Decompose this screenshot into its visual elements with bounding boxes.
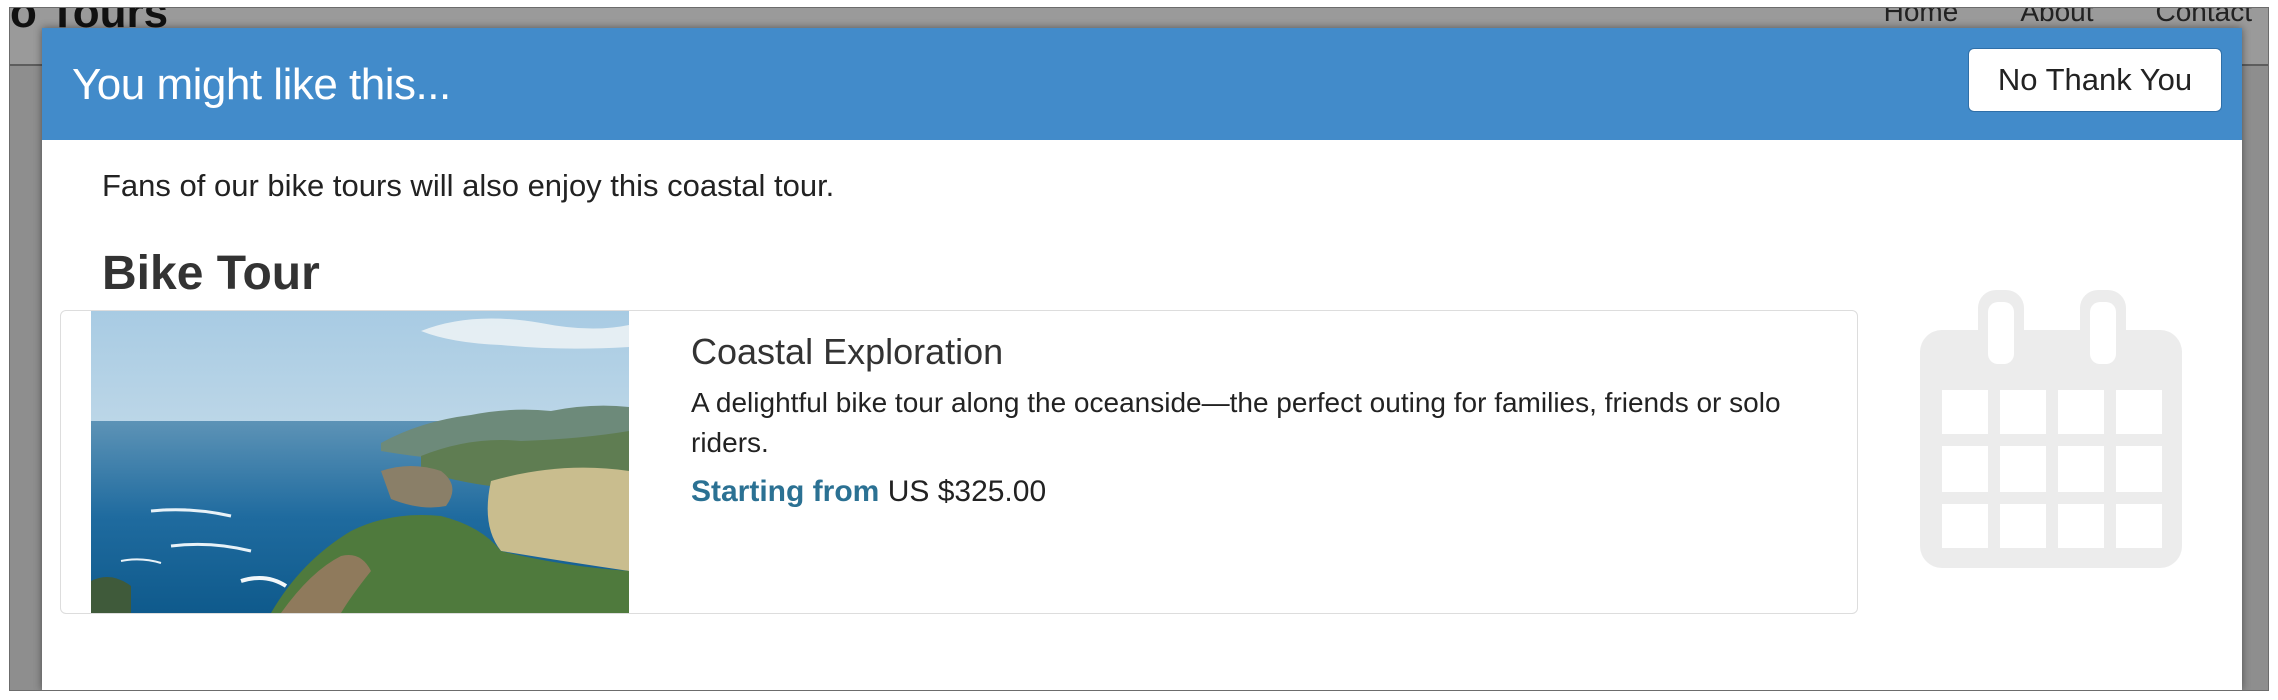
background-page: o Tours Home About Contact You might lik…	[10, 8, 2268, 690]
tour-details: Coastal Exploration A delightful bike to…	[691, 331, 1831, 509]
price-value: US $325.00	[887, 475, 1047, 508]
nav-about-link[interactable]: About	[2020, 8, 2093, 28]
tour-image[interactable]	[91, 311, 629, 613]
site-nav: Home About Contact	[1884, 8, 2252, 28]
tour-description: A delightful bike tour along the oceansi…	[691, 387, 1781, 458]
no-thank-you-button[interactable]: No Thank You	[1968, 48, 2222, 112]
tour-price: Starting from US $325.00	[691, 475, 1831, 509]
tour-title[interactable]: Coastal Exploration	[691, 331, 1831, 373]
nav-contact-link[interactable]: Contact	[2156, 8, 2253, 28]
price-label: Starting from	[691, 475, 880, 508]
modal-intro-text: Fans of our bike tours will also enjoy t…	[102, 168, 835, 203]
coastal-photo	[91, 311, 629, 613]
section-heading: Bike Tour	[102, 247, 320, 300]
modal-header: You might like this... No Thank You	[42, 28, 2242, 140]
calendar-icon	[1920, 290, 2190, 580]
modal-title: You might like this...	[72, 60, 451, 109]
nav-home-link[interactable]: Home	[1884, 8, 1959, 28]
tour-card[interactable]: Coastal Exploration A delightful bike to…	[60, 310, 1858, 614]
recommendation-modal: You might like this... No Thank You Fans…	[42, 28, 2242, 690]
